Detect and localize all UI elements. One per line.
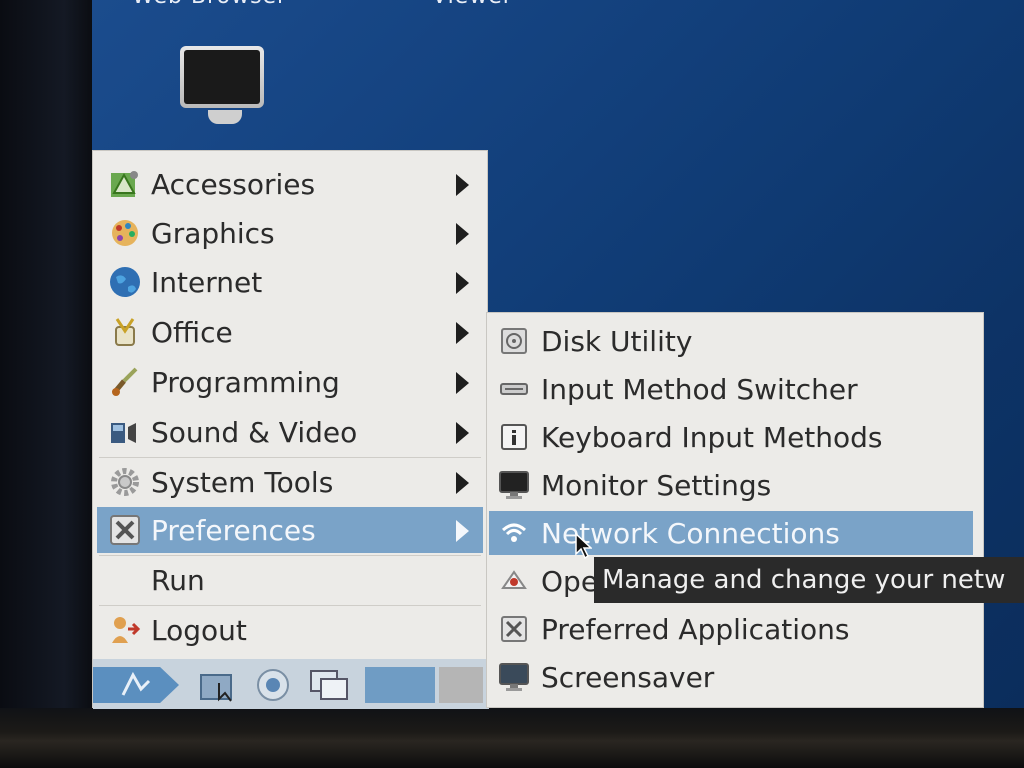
preferences-icon xyxy=(497,612,531,646)
monitor-bezel-bottom xyxy=(0,708,1024,768)
menu-item-accessories[interactable]: Accessories xyxy=(97,161,483,207)
screensaver-icon xyxy=(497,660,531,694)
submenu-arrow-icon xyxy=(456,322,469,344)
menu-item-label: Graphics xyxy=(151,216,275,250)
menu-item-label: Internet xyxy=(151,265,263,299)
submenu-item-preferred-applications[interactable]: Preferred Applications xyxy=(489,607,973,651)
menu-item-label: Logout xyxy=(151,613,247,647)
submenu-item-disk-utility[interactable]: Disk Utility xyxy=(489,319,973,363)
accessories-icon xyxy=(107,166,143,202)
submenu-arrow-icon xyxy=(456,422,469,444)
menu-item-label: Preferences xyxy=(151,513,316,547)
tooltip: Manage and change your netw xyxy=(594,557,1024,603)
menu-item-run[interactable]: Run xyxy=(97,557,483,603)
submenu-arrow-icon xyxy=(456,174,469,196)
browser-icon[interactable] xyxy=(253,667,293,703)
menu-item-label: Programming xyxy=(151,365,340,399)
submenu-item-input-method-switcher[interactable]: Input Method Switcher xyxy=(489,367,973,411)
menu-item-label: Accessories xyxy=(151,167,316,201)
graphics-icon xyxy=(107,215,143,251)
submenu-item-label: Screensaver xyxy=(541,660,715,694)
submenu-item-label: Keyboard Input Methods xyxy=(541,420,883,454)
menu-item-internet[interactable]: Internet xyxy=(97,259,483,305)
submenu-item-label: Ope xyxy=(541,564,599,598)
desktop-label-web-browser[interactable]: Web Browser xyxy=(132,0,287,9)
submenu-arrow-icon xyxy=(456,472,469,494)
submenu-item-keyboard-input-methods[interactable]: Keyboard Input Methods xyxy=(489,415,973,459)
taskbar-window-button[interactable] xyxy=(365,667,435,703)
file-manager-icon[interactable] xyxy=(197,667,237,703)
menu-item-logout[interactable]: Logout xyxy=(97,607,483,653)
menu-item-graphics[interactable]: Graphics xyxy=(97,210,483,256)
menu-item-system-tools[interactable]: System Tools xyxy=(97,459,483,505)
office-icon xyxy=(107,314,143,350)
submenu-item-monitor-settings[interactable]: Monitor Settings xyxy=(489,463,973,507)
wifi-icon xyxy=(497,516,531,550)
menu-separator xyxy=(99,555,481,556)
logout-icon xyxy=(107,612,143,648)
submenu-arrow-icon xyxy=(456,520,469,542)
submenu-item-label: Input Method Switcher xyxy=(541,372,858,406)
menu-item-programming[interactable]: Programming xyxy=(97,359,483,405)
menu-item-preferences[interactable]: Preferences xyxy=(97,507,483,553)
menu-item-office[interactable]: Office xyxy=(97,309,483,355)
openbox-icon xyxy=(497,564,531,598)
submenu-item-network-connections[interactable]: Network Connections xyxy=(489,511,973,555)
programming-icon xyxy=(107,364,143,400)
application-menu: Accessories Graphics Internet Office Pro… xyxy=(92,150,489,709)
submenu-item-label: Monitor Settings xyxy=(541,468,772,502)
desktop-label-viewer[interactable]: Viewer xyxy=(432,0,513,9)
submenu-arrow-icon xyxy=(456,272,469,294)
menu-item-label: Sound & Video xyxy=(151,415,358,449)
mouse-cursor-icon xyxy=(575,532,592,560)
gear-icon xyxy=(107,464,143,500)
disk-utility-icon xyxy=(497,324,531,358)
menu-item-label: Office xyxy=(151,315,233,349)
preferences-submenu: Disk Utility Input Method Switcher Keybo… xyxy=(486,312,984,708)
desktop-monitor-icon[interactable] xyxy=(180,46,270,138)
submenu-item-screensaver[interactable]: Screensaver xyxy=(489,655,973,699)
keyboard-icon xyxy=(497,372,531,406)
info-icon xyxy=(497,420,531,454)
submenu-item-label: Preferred Applications xyxy=(541,612,850,646)
preferences-icon xyxy=(107,512,143,548)
monitor-icon xyxy=(497,468,531,502)
taskbar xyxy=(93,659,489,709)
sound-video-icon xyxy=(107,414,143,450)
start-menu-icon[interactable] xyxy=(93,667,179,703)
globe-icon xyxy=(107,264,143,300)
submenu-item-label: Disk Utility xyxy=(541,324,693,358)
menu-item-label: System Tools xyxy=(151,465,334,499)
window-switcher-icon[interactable] xyxy=(307,667,351,703)
menu-separator xyxy=(99,605,481,606)
menu-separator xyxy=(99,457,481,458)
submenu-arrow-icon xyxy=(456,223,469,245)
monitor-bezel-left xyxy=(0,0,92,768)
taskbar-window-button[interactable] xyxy=(439,667,483,703)
submenu-arrow-icon xyxy=(456,372,469,394)
menu-item-label: Run xyxy=(151,563,205,597)
menu-item-sound-video[interactable]: Sound & Video xyxy=(97,409,483,455)
